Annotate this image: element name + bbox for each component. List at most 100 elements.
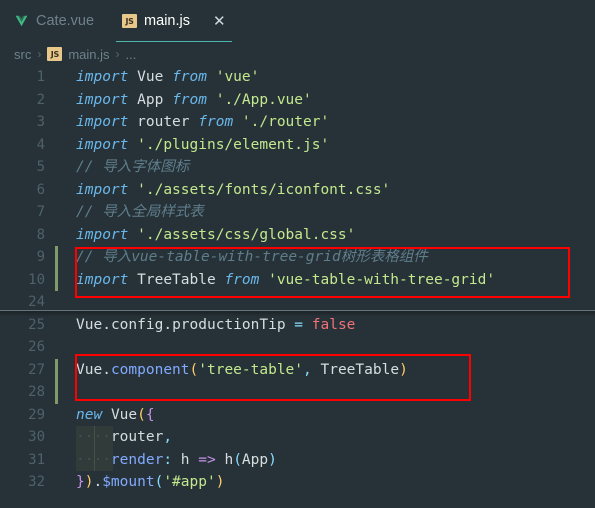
- token: config: [110, 316, 164, 333]
- js-file-icon: JS: [47, 47, 63, 61]
- code-line[interactable]: 1 import Vue from 'vue': [0, 66, 595, 89]
- token: './assets/fonts/iconfont.css': [137, 181, 391, 198]
- line-number: 9: [36, 249, 45, 265]
- line-number: 3: [36, 114, 45, 130]
- chevron-right-icon: ›: [115, 47, 120, 61]
- token: ): [215, 474, 225, 490]
- token: // 导入全局样式表: [76, 204, 204, 220]
- line-content: ····render: h => h(App): [76, 449, 277, 472]
- code-line[interactable]: 10 import TreeTable from 'vue-table-with-…: [0, 268, 595, 292]
- token: .: [102, 361, 111, 378]
- code-line[interactable]: 30 ····router,: [0, 426, 595, 449]
- code-line[interactable]: 5 // 导入字体图标: [0, 156, 595, 179]
- line-number: 6: [36, 181, 45, 198]
- line-number: 5: [36, 159, 45, 175]
- token: false: [311, 316, 356, 333]
- token: Vue: [137, 69, 164, 85]
- git-change-marker: [55, 246, 58, 269]
- line-number: 30: [28, 429, 45, 445]
- token: 'tree-table': [198, 361, 304, 378]
- line-content: import router from './router': [76, 111, 329, 134]
- token: TreeTable: [137, 271, 216, 288]
- token: render: [110, 451, 164, 468]
- breadcrumb-item-mainjs[interactable]: main.js: [68, 47, 109, 62]
- token: :: [163, 451, 173, 468]
- token: from: [224, 271, 260, 288]
- code-line[interactable]: 2 import App from './App.vue': [0, 89, 595, 112]
- code-line[interactable]: 29 new Vue({: [0, 404, 595, 427]
- code-line[interactable]: 28: [0, 381, 595, 404]
- js-file-icon: JS: [122, 14, 138, 28]
- tab-cate-vue[interactable]: Cate.vue: [0, 0, 109, 42]
- git-change-marker: [55, 358, 58, 381]
- line-content: // 导入字体图标: [76, 156, 189, 179]
- code-line[interactable]: 25 Vue.config.productionTip = false: [0, 314, 595, 337]
- token: Vue: [76, 361, 103, 378]
- code-line[interactable]: 7 // 导入全局样式表: [0, 201, 595, 224]
- code-line[interactable]: 6 import './assets/fonts/iconfont.css': [0, 179, 595, 202]
- token: ,: [303, 361, 312, 378]
- line-number: 26: [28, 339, 45, 355]
- vscode-window: Cate.vue JS main.js ✕ src › JS main.js ›…: [0, 0, 595, 508]
- token: {: [145, 406, 155, 423]
- folded-region-separator: [0, 309, 595, 311]
- token: TreeTable: [320, 361, 400, 378]
- line-number: 1: [36, 69, 45, 85]
- token: from: [172, 91, 207, 108]
- line-content: import './assets/fonts/iconfont.css': [76, 179, 390, 202]
- token: // 导入字体图标: [76, 159, 190, 175]
- code-line[interactable]: 9 // 导入vue-table-with-tree-grid树形表格组件: [0, 246, 595, 269]
- folded-region-shadow: [0, 310, 595, 317]
- editor-tab-bar: Cate.vue JS main.js ✕: [0, 0, 595, 42]
- line-content: import TreeTable from 'vue-table-with-tr…: [76, 269, 495, 292]
- token: router: [110, 429, 164, 445]
- close-icon[interactable]: ✕: [213, 14, 226, 29]
- breadcrumb-item-src[interactable]: src: [14, 47, 31, 62]
- line-number: 4: [36, 136, 45, 153]
- token: Vue: [110, 406, 138, 423]
- line-content: import './plugins/element.js': [76, 134, 329, 157]
- line-content: import Vue from 'vue': [76, 66, 259, 89]
- token: .: [102, 316, 111, 333]
- line-content: import './assets/css/global.css': [76, 224, 355, 247]
- code-line[interactable]: 8 import './assets/css/global.css': [0, 224, 595, 247]
- token: Vue: [76, 316, 103, 333]
- code-line[interactable]: 26: [0, 336, 595, 359]
- code-line[interactable]: 32}).$mount('#app'): [0, 471, 595, 494]
- code-line[interactable]: 3 import router from './router': [0, 111, 595, 134]
- line-content: }).$mount('#app'): [76, 471, 224, 494]
- token: './router': [241, 114, 330, 130]
- line-number: 28: [28, 384, 45, 400]
- token: (: [233, 451, 242, 468]
- token: import: [76, 91, 129, 108]
- breadcrumb-item-symbols[interactable]: ...: [126, 47, 137, 62]
- line-number: 31: [28, 451, 45, 468]
- code-line[interactable]: 4 import './plugins/element.js': [0, 134, 595, 157]
- token: ····: [76, 429, 111, 445]
- token: './App.vue': [215, 91, 312, 108]
- token: App: [241, 451, 269, 468]
- token: 'vue': [215, 69, 260, 85]
- breadcrumb: src › JS main.js › ...: [0, 42, 595, 66]
- code-line[interactable]: 27 Vue.component('tree-table', TreeTable): [0, 358, 595, 381]
- code-editor[interactable]: 1 import Vue from 'vue' 2 import App from '…: [0, 66, 595, 508]
- token: import: [76, 271, 129, 288]
- token: new: [76, 406, 103, 423]
- token: import: [76, 69, 129, 85]
- token: .: [93, 474, 103, 490]
- tab-main-js[interactable]: JS main.js ✕: [108, 0, 240, 42]
- code-line[interactable]: 31 ····render: h => h(App): [0, 448, 595, 472]
- token: import: [76, 181, 129, 198]
- tab-label: Cate.vue: [36, 13, 95, 29]
